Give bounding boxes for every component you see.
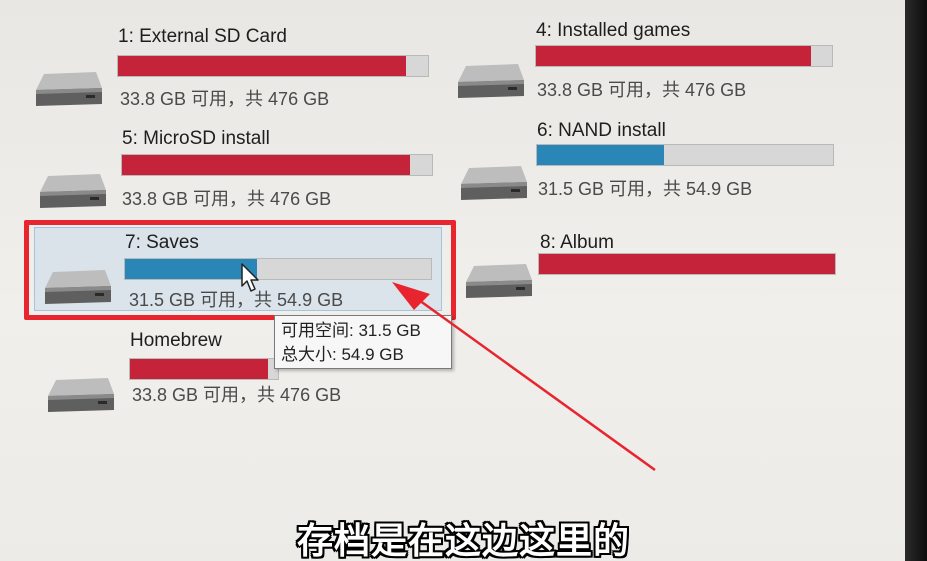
drive-usage-bar (538, 253, 836, 275)
drive-nand-install[interactable]: 6: NAND install 31.5 GB 可用，共 54.9 GB (453, 116, 834, 206)
drive-space-text: 31.5 GB 可用，共 54.9 GB (538, 179, 753, 199)
drive-usage-fill (537, 145, 665, 165)
video-subtitle: 存档是在这边这里的 (296, 521, 630, 561)
drive-usage-fill (536, 46, 812, 66)
drive-name: Homebrew (130, 330, 222, 351)
drive-usage-bar (121, 154, 433, 176)
drive-usage-fill (130, 359, 268, 379)
drive-space-text: 33.8 GB 可用，共 476 GB (537, 80, 747, 100)
drive-space-text: 33.8 GB 可用，共 476 GB (132, 385, 342, 405)
drive-microsd-install[interactable]: 5: MicroSD install 33.8 GB 可用，共 476 GB (34, 124, 433, 214)
drive-usage-bar (129, 358, 279, 380)
tooltip-total-size: 总大小: 54.9 GB (281, 345, 404, 364)
drive-usage-fill (539, 254, 835, 274)
drive-space-text: 33.8 GB 可用，共 476 GB (122, 189, 332, 209)
drive-space-text: 33.8 GB 可用，共 476 GB (120, 89, 330, 109)
mouse-cursor-icon (241, 263, 259, 292)
screen: 1: External SD Card 33.8 GB 可用，共 476 GB … (0, 0, 927, 561)
drive-usage-fill (122, 155, 411, 175)
drive-icon (40, 174, 106, 208)
drive-name: 8: Album (540, 232, 614, 253)
tooltip-free-space: 可用空间: 31.5 GB (281, 321, 421, 340)
drive-usage-bar (117, 55, 429, 77)
drive-icon (458, 64, 524, 98)
drive-usage-bar (535, 45, 833, 67)
drive-icon (461, 166, 527, 200)
drive-tooltip: 可用空间: 31.5 GB 总大小: 54.9 GB (274, 315, 452, 369)
drive-icon (48, 378, 114, 412)
drive-icon (36, 72, 102, 106)
drive-usage-fill (118, 56, 407, 76)
drive-name: 5: MicroSD install (122, 128, 270, 149)
drive-external-sd-card[interactable]: 1: External SD Card 33.8 GB 可用，共 476 GB (30, 22, 429, 112)
drive-album[interactable]: 8: Album (456, 228, 836, 318)
drive-name: 6: NAND install (537, 120, 666, 141)
monitor-bezel (905, 0, 927, 561)
drive-usage-bar (536, 144, 834, 166)
drive-name: 4: Installed games (536, 20, 691, 41)
drive-installed-games[interactable]: 4: Installed games 33.8 GB 可用，共 476 GB (450, 16, 833, 106)
drive-name: 1: External SD Card (118, 26, 287, 47)
drive-icon (466, 264, 532, 298)
